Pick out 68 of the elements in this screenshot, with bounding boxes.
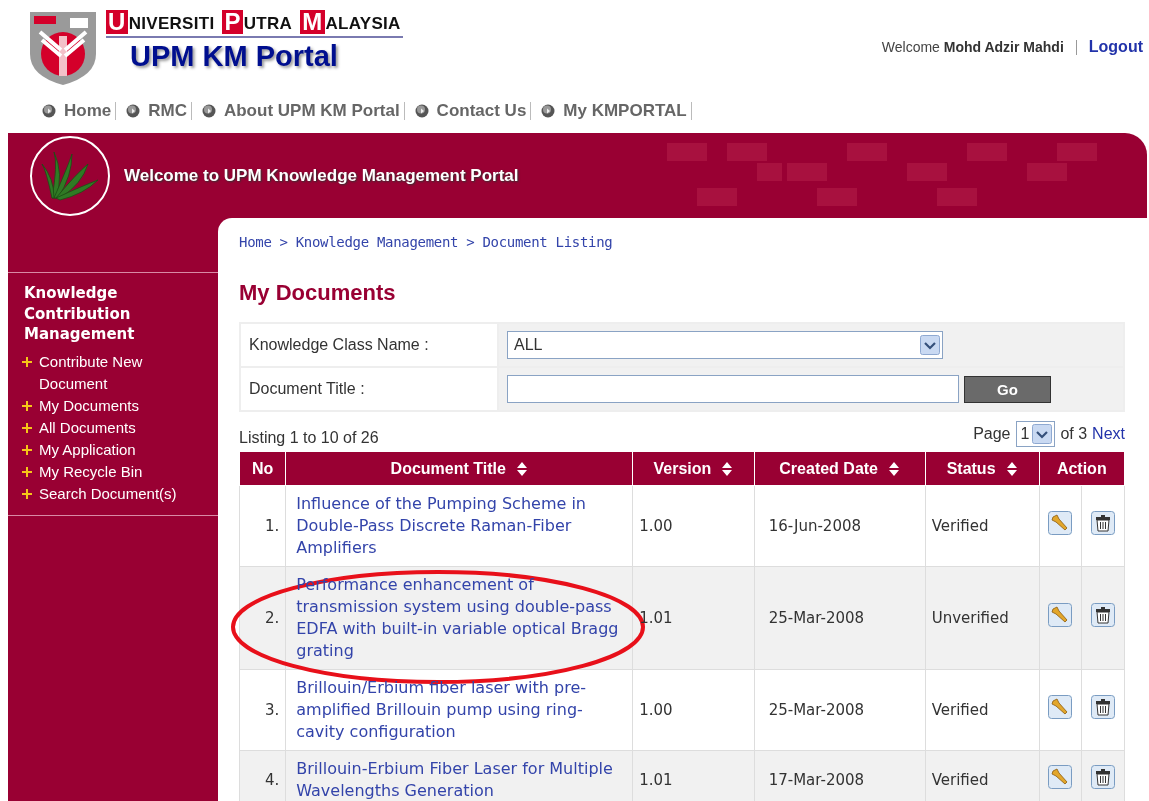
- page-label: Page: [973, 425, 1011, 443]
- class-dropdown[interactable]: ALL: [507, 331, 943, 359]
- caret-icon: [1032, 424, 1053, 444]
- page-title: My Documents: [239, 280, 397, 306]
- delete-icon[interactable]: [1091, 511, 1116, 535]
- breadcrumb-link[interactable]: Document Listing: [482, 234, 613, 250]
- sidebar-link[interactable]: My Recycle Bin: [39, 460, 189, 483]
- field-label: Knowledge Class Name :: [240, 323, 498, 367]
- version-cell: 1.00: [639, 517, 673, 535]
- nav-link[interactable]: Contact Us: [436, 101, 527, 121]
- nav-link[interactable]: About UPM KM Portal: [223, 101, 400, 121]
- sidebar-link[interactable]: All Documents: [39, 416, 189, 439]
- bullet-icon: [42, 104, 56, 118]
- breadcrumb-link[interactable]: Home: [239, 234, 272, 250]
- bullet-icon: [414, 104, 429, 118]
- sidebar-heading: Knowledge Contribution Management: [24, 283, 136, 345]
- edit-icon[interactable]: [1048, 695, 1073, 719]
- bullet-icon: [541, 104, 556, 118]
- column-header: Action: [1039, 451, 1125, 486]
- status-cell: Verified: [931, 517, 989, 535]
- field-label: Document Title :: [240, 367, 498, 411]
- portal-title: UPM KM Portal: [130, 40, 339, 73]
- sidebar-link[interactable]: My Application: [39, 438, 189, 461]
- version-cell: 1.00: [639, 701, 673, 719]
- status-cell: Verified: [931, 701, 989, 719]
- sidebar-link[interactable]: My Documents: [39, 394, 189, 417]
- bullet-icon: [201, 104, 216, 118]
- edit-icon[interactable]: [1048, 603, 1073, 627]
- nav-link[interactable]: RMC: [148, 101, 187, 121]
- date-cell: 16-Jun-2008: [768, 517, 861, 535]
- column-header[interactable]: Version: [632, 451, 755, 486]
- edit-icon[interactable]: [1048, 511, 1073, 535]
- caret-icon: [920, 335, 940, 355]
- bullet-icon: [126, 104, 141, 118]
- delete-icon[interactable]: [1091, 765, 1116, 789]
- version-cell: 1.01: [639, 609, 673, 627]
- welcome-text: Welcome Mohd Adzir Mahdi: [881, 39, 1064, 55]
- sidebar-link[interactable]: Search Document(s): [39, 482, 189, 505]
- nav-link[interactable]: My KMPORTAL: [563, 101, 687, 121]
- next-link[interactable]: Next: [1092, 425, 1125, 443]
- row-number: 1.: [239, 485, 286, 567]
- column-header[interactable]: Status: [925, 451, 1040, 486]
- row-number: 4.: [239, 750, 286, 801]
- listing-count: Listing 1 to 10 of 26: [239, 429, 379, 447]
- sidebar-link[interactable]: Contribute New Document: [39, 350, 189, 395]
- logout-link[interactable]: Logout: [1088, 38, 1143, 56]
- row-number: 3.: [239, 669, 286, 751]
- breadcrumb-separator: >: [466, 234, 475, 250]
- page-count: of 3: [1060, 425, 1088, 443]
- breadcrumb-separator: >: [279, 234, 288, 250]
- column-header[interactable]: Document Title: [285, 451, 633, 486]
- breadcrumb-link[interactable]: Knowledge Management: [295, 234, 459, 250]
- delete-icon[interactable]: [1091, 695, 1116, 719]
- version-cell: 1.01: [639, 771, 673, 789]
- banner-title: Welcome to UPM Knowledge Management Portal: [124, 165, 519, 186]
- page-dropdown[interactable]: 1: [1015, 421, 1056, 447]
- column-header[interactable]: Created Date: [754, 451, 926, 486]
- status-cell: Verified: [931, 771, 989, 789]
- title-input-field[interactable]: [507, 375, 959, 403]
- delete-icon[interactable]: [1091, 603, 1116, 627]
- date-cell: 25-Mar-2008: [768, 701, 865, 719]
- status-cell: Unverified: [931, 609, 1009, 627]
- nav-link[interactable]: Home: [64, 101, 112, 121]
- date-cell: 25-Mar-2008: [768, 609, 865, 627]
- go-button[interactable]: Go: [964, 375, 1051, 403]
- date-cell: 17-Mar-2008: [768, 771, 865, 789]
- edit-icon[interactable]: [1048, 765, 1073, 789]
- column-header: No: [239, 451, 286, 486]
